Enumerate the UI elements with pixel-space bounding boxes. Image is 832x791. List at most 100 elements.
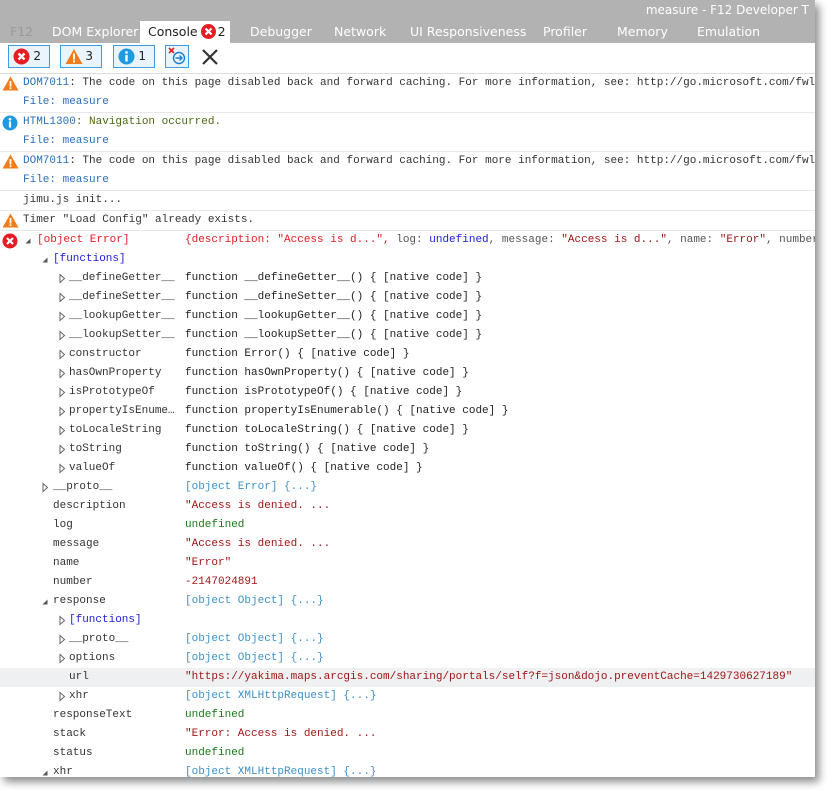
- tree-row[interactable]: isPrototypeOf function isPrototypeOf() { …: [0, 383, 815, 402]
- property-name: constructor: [69, 348, 142, 360]
- clear-console-button[interactable]: [201, 48, 219, 70]
- collapsed-triangle-icon[interactable]: [58, 383, 66, 402]
- collapsed-triangle-icon[interactable]: [58, 288, 66, 307]
- tab-ui-responsiveness[interactable]: UI Responsiveness: [410, 21, 526, 43]
- tree-row[interactable]: number -2147024891: [0, 573, 815, 592]
- property-value[interactable]: [object Object] {...}: [185, 649, 324, 668]
- expanded-triangle-icon[interactable]: [41, 250, 49, 269]
- collapsed-triangle-icon[interactable]: [58, 440, 66, 459]
- property-name: response: [53, 595, 106, 607]
- console-message: Timer "Load Config" already exists.: [0, 211, 815, 231]
- property-value: function isPrototypeOf() { [native code]…: [185, 386, 463, 398]
- error-object-row[interactable]: [object Error] {description: "Access is d…: [0, 231, 815, 250]
- message-file-link[interactable]: File: measure: [0, 171, 815, 190]
- tree-row[interactable]: [functions]: [0, 250, 815, 269]
- collapsed-triangle-icon[interactable]: [58, 326, 66, 345]
- console-toolbar: 2 3 1: [0, 43, 815, 74]
- collapsed-triangle-icon[interactable]: [58, 269, 66, 288]
- property-value[interactable]: [object Object] {...}: [185, 630, 324, 649]
- message-text: DOM7011: The code on this page disabled …: [0, 155, 815, 167]
- message-code[interactable]: HTML1300: [23, 116, 76, 128]
- error-object-label[interactable]: [object Error]: [37, 231, 129, 250]
- property-name: message: [53, 538, 100, 550]
- property-value: function __defineSetter__() { [native co…: [185, 291, 483, 303]
- collapsed-triangle-icon[interactable]: [58, 611, 66, 630]
- collapsed-triangle-icon[interactable]: [58, 649, 66, 668]
- tree-row[interactable]: url "https://yakima.maps.arcgis.com/shari…: [0, 668, 815, 687]
- expanded-triangle-icon[interactable]: [41, 763, 49, 777]
- message-line: DOM7011: The code on this page disabled …: [0, 74, 815, 93]
- tree-row[interactable]: xhr [object XMLHttpRequest] {...}: [0, 763, 815, 777]
- filter-info-button[interactable]: 1: [113, 45, 155, 68]
- collapsed-triangle-icon[interactable]: [58, 459, 66, 478]
- error-object-summary: {description: "Access is d...", log: und…: [185, 231, 815, 250]
- message-text: jimu.js init...: [0, 194, 122, 206]
- tree-row[interactable]: __defineSetter__ function __defineSetter_…: [0, 288, 815, 307]
- collapsed-triangle-icon[interactable]: [58, 307, 66, 326]
- tab-profiler[interactable]: Profiler: [543, 21, 587, 43]
- filter-warnings-button[interactable]: 3: [60, 45, 102, 68]
- tree-row[interactable]: options [object Object] {...}: [0, 649, 815, 668]
- property-value[interactable]: [object Error] {...}: [185, 478, 317, 497]
- message-line: HTML1300: Navigation occurred.: [0, 113, 815, 132]
- expanded-triangle-icon[interactable]: [24, 231, 32, 250]
- tab-network[interactable]: Network: [334, 21, 386, 43]
- tree-row[interactable]: status undefined: [0, 744, 815, 763]
- property-name: __defineGetter__: [69, 272, 175, 284]
- collapsed-triangle-icon[interactable]: [58, 421, 66, 440]
- collapsed-triangle-icon[interactable]: [41, 478, 49, 497]
- tree-row[interactable]: responseText undefined: [0, 706, 815, 725]
- tab-debugger[interactable]: Debugger: [250, 21, 312, 43]
- property-name: description: [53, 500, 126, 512]
- property-value: undefined: [185, 519, 245, 531]
- tree-row[interactable]: propertyIsEnume… function propertyIsEnume…: [0, 402, 815, 421]
- tree-row[interactable]: stack "Error: Access is denied. ...: [0, 725, 815, 744]
- collapsed-triangle-icon[interactable]: [58, 630, 66, 649]
- tree-row[interactable]: toString function toString() { [native co…: [0, 440, 815, 459]
- property-value: undefined: [185, 709, 245, 721]
- console-message: HTML1300: Navigation occurred. File: meas…: [0, 113, 815, 152]
- message-code[interactable]: DOM7011: [23, 155, 69, 167]
- console-message: jimu.js init...: [0, 191, 815, 211]
- tree-row[interactable]: [functions]: [0, 611, 815, 630]
- property-value[interactable]: [object XMLHttpRequest] {...}: [185, 687, 376, 706]
- tree-row[interactable]: log undefined: [0, 516, 815, 535]
- property-name: __proto__: [53, 481, 113, 493]
- tree-row[interactable]: toLocaleString function toLocaleString() …: [0, 421, 815, 440]
- tab-console[interactable]: Console 2: [140, 21, 230, 43]
- collapsed-triangle-icon[interactable]: [58, 364, 66, 383]
- tree-row[interactable]: description "Access is denied. ...: [0, 497, 815, 516]
- property-name: __defineSetter__: [69, 291, 175, 303]
- property-name: xhr: [69, 690, 89, 702]
- console-output: DOM7011: The code on this page disabled …: [0, 74, 815, 777]
- tree-row[interactable]: __proto__ [object Error] {...}: [0, 478, 815, 497]
- tree-row[interactable]: __lookupSetter__ function __lookupSetter_…: [0, 326, 815, 345]
- tree-row[interactable]: message "Access is denied. ...: [0, 535, 815, 554]
- tree-row[interactable]: __lookupGetter__ function __lookupGetter_…: [0, 307, 815, 326]
- collapsed-triangle-icon[interactable]: [58, 402, 66, 421]
- console-message: DOM7011: The code on this page disabled …: [0, 152, 815, 191]
- collapsed-triangle-icon[interactable]: [58, 687, 66, 706]
- message-file-link[interactable]: File: measure: [0, 132, 815, 151]
- tree-row[interactable]: constructor function Error() { [native co…: [0, 345, 815, 364]
- property-value[interactable]: [object Object] {...}: [185, 592, 324, 611]
- tab-emulation[interactable]: Emulation: [697, 21, 760, 43]
- tree-row[interactable]: hasOwnProperty function hasOwnProperty() …: [0, 364, 815, 383]
- property-value[interactable]: [object XMLHttpRequest] {...}: [185, 763, 376, 777]
- tree-row[interactable]: valueOf function valueOf() { [native code…: [0, 459, 815, 478]
- collapsed-triangle-icon[interactable]: [58, 345, 66, 364]
- property-value: function hasOwnProperty() { [native code…: [185, 367, 469, 379]
- clear-on-navigate-button[interactable]: [165, 45, 189, 68]
- message-file-link[interactable]: File: measure: [0, 93, 815, 112]
- tree-row[interactable]: __defineGetter__ function __defineGetter_…: [0, 269, 815, 288]
- tab-console-error-count: 2: [217, 24, 226, 39]
- tree-row[interactable]: __proto__ [object Object] {...}: [0, 630, 815, 649]
- tab-dom-explorer[interactable]: DOM Explorer: [52, 21, 138, 43]
- tab-memory[interactable]: Memory: [617, 21, 668, 43]
- tree-row[interactable]: name "Error": [0, 554, 815, 573]
- filter-errors-button[interactable]: 2: [8, 45, 50, 68]
- message-code[interactable]: DOM7011: [23, 77, 69, 89]
- expanded-triangle-icon[interactable]: [41, 592, 49, 611]
- tree-row[interactable]: response [object Object] {...}: [0, 592, 815, 611]
- tree-row[interactable]: xhr [object XMLHttpRequest] {...}: [0, 687, 815, 706]
